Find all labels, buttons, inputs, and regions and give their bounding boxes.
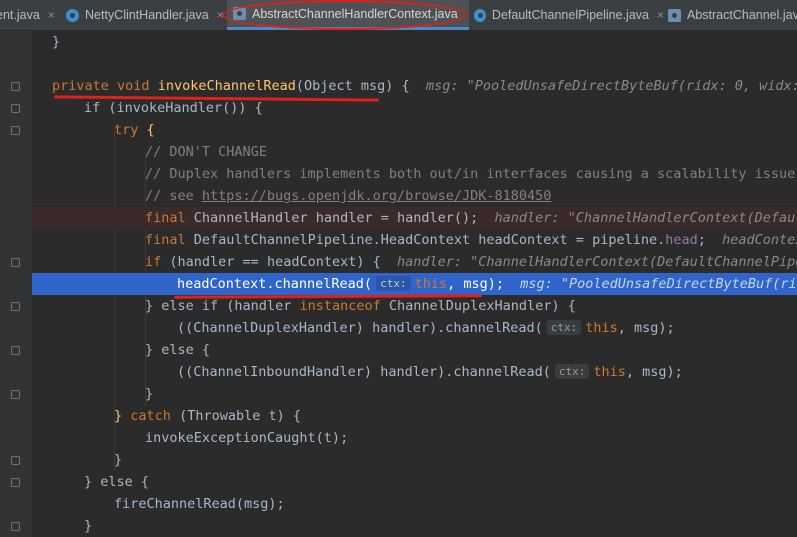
fold-marker-icon[interactable] xyxy=(11,126,20,135)
tab-label: AbstractChannel.java xyxy=(687,8,797,22)
fold-marker-icon[interactable] xyxy=(11,478,20,487)
parameter-hint: ctx: xyxy=(376,276,411,291)
inline-debug-value: handler: "ChannelHandlerContext(DefaultC… xyxy=(397,254,797,270)
code-line-else-if[interactable]: } else if (handler instanceof ChannelDup… xyxy=(32,295,797,317)
tab-defaultchannelpipeline-java[interactable]: DefaultChannelPipeline.java × xyxy=(474,0,664,30)
code-line-outer-else[interactable]: } else { xyxy=(32,471,797,493)
parameter-hint: ctx: xyxy=(546,320,582,335)
code-comment[interactable]: // see https://bugs.openjdk.org/browse/J… xyxy=(32,185,797,207)
code-line-signature[interactable]: private void invokeChannelRead(Object ms… xyxy=(32,75,797,97)
code-comment[interactable]: // Duplex handlers implements both out/i… xyxy=(32,163,797,185)
tab-abstractchannel-java[interactable]: AbstractChannel.java xyxy=(668,0,797,30)
code-line[interactable]: } xyxy=(32,449,797,471)
close-icon[interactable]: × xyxy=(657,8,664,22)
parameter-hint: ctx: xyxy=(554,364,590,379)
inline-debug-value: msg: "PooledUnsafeDirectByteBuf(ridx: xyxy=(520,276,797,292)
code-line[interactable]: try { xyxy=(32,119,797,141)
tab-nettyclinthandler-java[interactable]: NettyClintHandler.java × xyxy=(66,0,226,30)
code-editor[interactable]: } private void invokeChannelRead(Object … xyxy=(32,31,797,537)
code-line-catch[interactable]: } catch (Throwable t) { xyxy=(32,405,797,427)
code-line[interactable]: ((ChannelInboundHandler) handler).channe… xyxy=(32,361,797,383)
code-line[interactable]: if (invokeHandler()) { xyxy=(32,97,797,119)
code-line[interactable]: invokeExceptionCaught(t); xyxy=(32,427,797,449)
close-icon[interactable]: × xyxy=(48,8,55,22)
fold-marker-icon[interactable] xyxy=(11,390,20,399)
fold-marker-icon[interactable] xyxy=(11,104,20,113)
inline-debug-value: headContext: xyxy=(722,232,797,248)
code-line[interactable]: fireChannelRead(msg); xyxy=(32,493,797,515)
code-line[interactable]: } xyxy=(32,515,797,537)
code-line-if-headcontext[interactable]: if (handler == headContext) { handler: "… xyxy=(32,251,797,273)
editor-gutter xyxy=(0,31,32,537)
code-line[interactable]: } xyxy=(32,383,797,405)
inline-debug-value: msg: "PooledUnsafeDirectByteBuf(ridx: 0,… xyxy=(425,78,797,94)
fold-marker-icon[interactable] xyxy=(11,258,20,267)
fold-marker-icon[interactable] xyxy=(11,346,20,355)
java-class-icon xyxy=(474,8,486,22)
red-marker-oval xyxy=(222,0,466,30)
fold-marker-icon[interactable] xyxy=(11,82,20,91)
fold-marker-icon[interactable] xyxy=(11,522,20,531)
code-line-headcontext-decl[interactable]: final DefaultChannelPipeline.HeadContext… xyxy=(32,229,797,251)
code-comment[interactable]: // DON'T CHANGE xyxy=(32,141,797,163)
tab-label: DefaultChannelPipeline.java xyxy=(491,8,649,22)
code-line-handler-decl[interactable]: final ChannelHandler handler = handler()… xyxy=(32,207,797,229)
code-line-else[interactable]: } else { xyxy=(32,339,797,361)
tab-label: NettyClintHandler.java xyxy=(85,8,209,22)
tab-ent-java[interactable]: ent.java × xyxy=(0,0,56,30)
fold-marker-icon[interactable] xyxy=(11,456,20,465)
jdk-bug-link[interactable]: https://bugs.openjdk.org/browse/JDK-8180… xyxy=(202,188,552,204)
inline-debug-value: handler: "ChannelHandlerContext(DefaultC xyxy=(494,210,797,226)
code-line[interactable]: ((ChannelDuplexHandler) handler).channel… xyxy=(32,317,797,339)
current-execution-line[interactable]: headContext.channelRead(ctx: this, msg); … xyxy=(32,273,797,295)
abstract-class-icon xyxy=(668,8,681,22)
java-class-icon xyxy=(66,8,79,22)
fold-marker-icon[interactable] xyxy=(11,302,20,311)
code-line[interactable]: } xyxy=(32,31,797,53)
tab-label: ent.java xyxy=(0,8,40,22)
